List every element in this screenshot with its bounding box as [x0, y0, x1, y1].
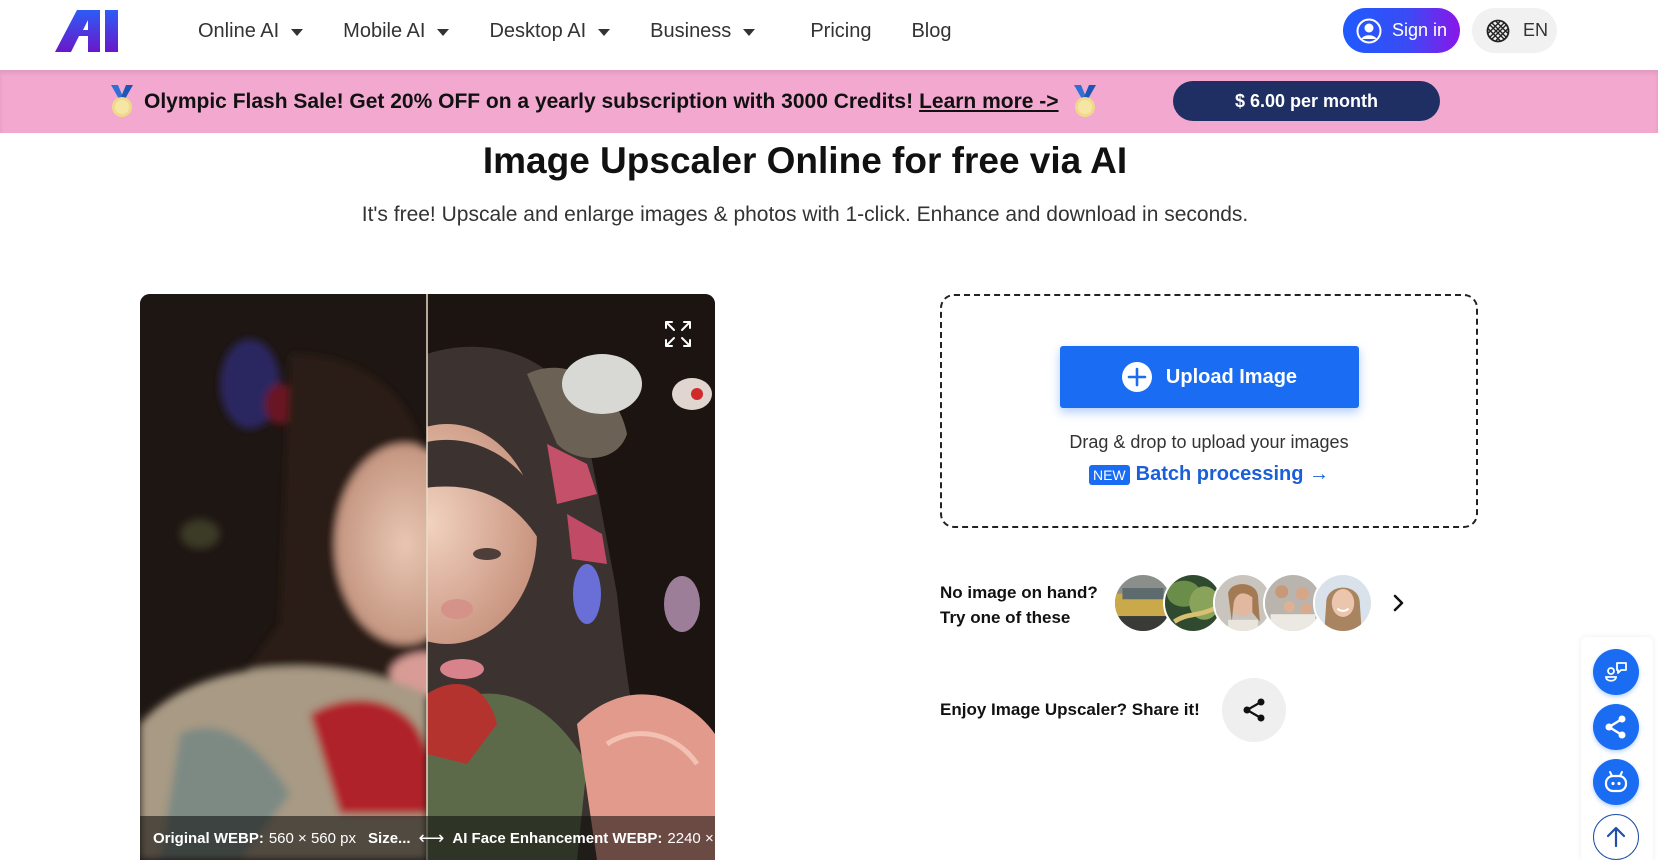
nav-label: Desktop AI: [489, 19, 587, 42]
user-icon: [1356, 18, 1382, 43]
compare-slider-handle[interactable]: [426, 294, 428, 860]
nav-blog[interactable]: Blog: [911, 20, 951, 43]
caret-down-icon: [743, 28, 756, 36]
share-button[interactable]: [1222, 678, 1286, 742]
caret-down-icon: [598, 28, 611, 36]
globe-icon: [1486, 19, 1510, 42]
share-fab-button[interactable]: [1593, 704, 1639, 750]
robot-icon: [1604, 771, 1628, 793]
share-icon: [1243, 698, 1265, 722]
batch-processing-label: Batch processing →: [1135, 463, 1330, 485]
nav-pricing[interactable]: Pricing: [810, 20, 871, 43]
site-header: Online AI Mobile AI Desktop AI Business …: [0, 0, 1658, 70]
plus-circle-icon: [1121, 362, 1152, 392]
nav-label: Pricing: [810, 19, 872, 42]
enhanced-format-label: AI Face Enhancement WEBP:: [452, 829, 663, 847]
upload-button-label: Upload Image: [1165, 365, 1298, 388]
page-title: Image Upscaler Online for free via AI: [482, 140, 1128, 181]
caret-down-icon: [291, 28, 304, 36]
share-icon: [1605, 715, 1626, 739]
drag-drop-hint: Drag & drop to upload your images: [1069, 432, 1349, 452]
batch-processing-link[interactable]: NEW Batch processing →: [942, 463, 1476, 486]
upload-dropzone[interactable]: Upload Image Drag & drop to upload your …: [940, 294, 1478, 528]
chevron-right-icon[interactable]: [1387, 588, 1411, 618]
nav-mobile-ai[interactable]: Mobile AI: [343, 19, 450, 43]
share-prompt: Enjoy Image Upscaler? Share it!: [940, 700, 1200, 719]
new-badge: NEW: [1088, 464, 1130, 485]
upload-image-button[interactable]: Upload Image: [1060, 346, 1359, 408]
sign-in-label: Sign in: [1392, 20, 1448, 40]
enhanced-image: [427, 294, 715, 860]
price-button[interactable]: $ 6.00 per month: [1173, 81, 1440, 121]
samples-line-1: No image on hand?: [940, 583, 1098, 602]
nav-label: Mobile AI: [343, 19, 426, 42]
samples-line-2: Try one of these: [940, 608, 1071, 627]
back-to-top-button[interactable]: [1593, 814, 1639, 860]
page-subtitle: It's free! Upscale and enlarge images & …: [361, 203, 1249, 226]
language-label: EN: [1523, 20, 1549, 40]
fullscreen-icon[interactable]: [662, 318, 694, 350]
floating-toolbar: [1581, 637, 1653, 860]
enhanced-dimensions: 2240 ×...: [667, 829, 715, 847]
compare-caption: Original WEBP: 560 × 560 px Size... ⟷ AI…: [140, 816, 715, 860]
nav-label: Online AI: [198, 19, 280, 42]
original-dimensions: 560 × 560 px: [268, 829, 357, 847]
nav-label: Blog: [911, 19, 952, 42]
learn-more-link[interactable]: Learn more ->: [919, 90, 1058, 114]
arrow-up-icon: [1606, 826, 1626, 848]
nav-desktop-ai[interactable]: Desktop AI: [489, 19, 611, 43]
feedback-button[interactable]: [1593, 649, 1639, 695]
nav-business[interactable]: Business: [650, 19, 756, 43]
before-after-compare[interactable]: Original WEBP: 560 × 560 px Size... ⟷ AI…: [140, 294, 715, 860]
promo-text: Olympic Flash Sale! Get 20% OFF on a yea…: [144, 89, 914, 113]
promo-message: Olympic Flash Sale! Get 20% OFF on a yea…: [108, 70, 1099, 133]
caret-down-icon: [437, 28, 450, 36]
medal-icon: [1073, 84, 1096, 117]
language-selector[interactable]: EN: [1472, 8, 1557, 53]
feedback-icon: [1605, 662, 1627, 682]
logo-icon[interactable]: [55, 8, 121, 52]
sign-in-button[interactable]: Sign in: [1343, 8, 1460, 53]
original-format-label: Original WEBP:: [153, 829, 264, 847]
size-label: Size...: [368, 829, 411, 847]
nav-label: Business: [650, 19, 732, 42]
compare-arrows-icon: ⟷: [418, 827, 445, 848]
samples-prompt: No image on hand? Try one of these: [940, 580, 1098, 630]
sample-thumb-smiling-woman[interactable]: [1313, 573, 1373, 633]
ai-assistant-button[interactable]: [1593, 759, 1639, 805]
sample-thumbnails: [1113, 573, 1373, 633]
original-image: [140, 294, 427, 860]
main-nav: Online AI Mobile AI Desktop AI Business …: [198, 0, 991, 62]
medal-icon: [111, 84, 133, 117]
nav-online-ai[interactable]: Online AI: [198, 19, 304, 43]
